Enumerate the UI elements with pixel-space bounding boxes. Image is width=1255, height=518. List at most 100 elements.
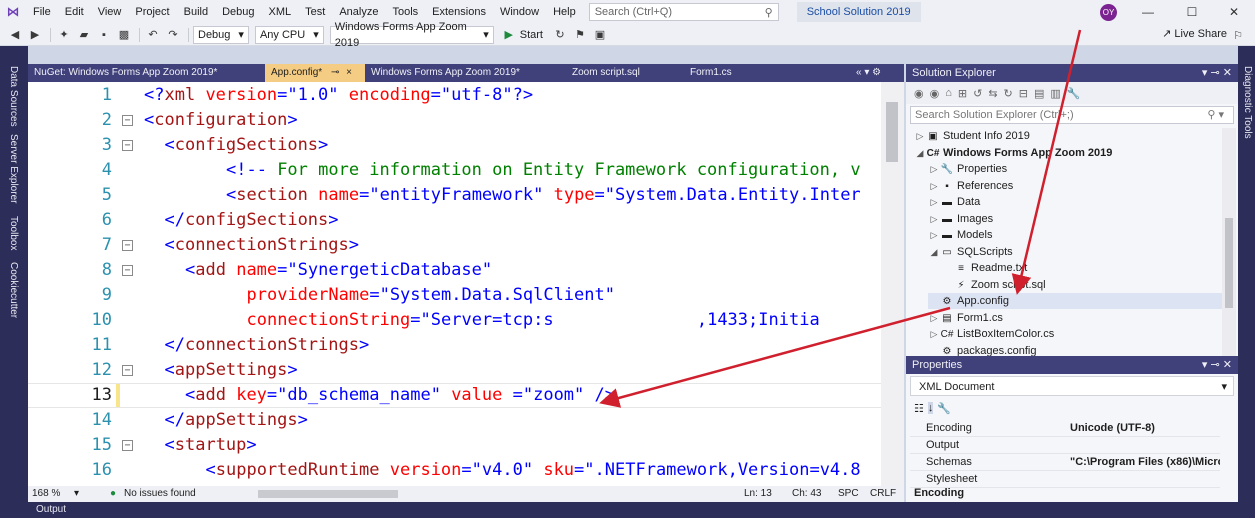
code-line[interactable]: 12− <appSettings> <box>28 359 904 382</box>
code-line[interactable]: 16 <supportedRuntime version="v4.0" sku="… <box>28 459 904 482</box>
tree-item[interactable]: ⚙ App.config <box>928 293 1222 309</box>
menu-item[interactable]: Test <box>298 0 332 24</box>
chevron-down-icon[interactable]: ▾ <box>74 488 79 499</box>
fold-toggle-icon[interactable]: − <box>122 265 133 276</box>
editor-vertical-scrollbar[interactable] <box>881 82 904 486</box>
fold-toggle-icon[interactable]: − <box>122 115 133 126</box>
scrollbar-thumb[interactable] <box>886 102 898 162</box>
fold-toggle-icon[interactable]: − <box>122 365 133 376</box>
property-row[interactable]: Output <box>910 437 1220 454</box>
tree-item[interactable]: ◢ C# Windows Forms App Zoom 2019 <box>914 145 1222 161</box>
expander-icon[interactable]: ◢ <box>914 145 926 161</box>
fold-toggle-icon[interactable]: − <box>122 240 133 251</box>
code-line[interactable]: 9 providerName="System.Data.SqlClient" <box>28 284 904 307</box>
minimize-icon[interactable]: — <box>1128 0 1168 24</box>
platform-dropdown[interactable]: Any CPU ▾ <box>254 25 324 44</box>
search-input[interactable]: Search (Ctrl+Q) ⚲ <box>588 3 779 21</box>
configuration-dropdown[interactable]: Debug ▾ <box>193 25 249 44</box>
tree-item[interactable]: ▷ ▬ Images <box>928 211 1222 227</box>
code-line[interactable]: 8− <add name="SynergeticDatabase" <box>28 259 904 282</box>
expander-icon[interactable]: ▷ <box>928 211 940 227</box>
data-sources-tab[interactable]: Data Sources <box>8 66 19 127</box>
refresh-icon[interactable]: ↻ <box>1004 87 1013 100</box>
tree-item[interactable]: ▷ 🔧 Properties <box>928 161 1222 177</box>
code-line[interactable]: 3− <configSections> <box>28 134 904 157</box>
back-icon[interactable]: ◉ <box>914 87 924 100</box>
tree-item[interactable]: ▷ ▤ Form1.cs <box>928 310 1222 326</box>
hot-reload-icon[interactable]: ⚑ <box>571 26 589 44</box>
tree-scrollbar[interactable] <box>1222 128 1236 356</box>
issues-status[interactable]: No issues found <box>124 488 196 499</box>
expander-icon[interactable]: ▷ <box>928 227 940 243</box>
open-icon[interactable]: ▰ <box>75 26 93 44</box>
tree-item[interactable]: ≡ Readme.txt <box>942 260 1222 276</box>
property-value[interactable]: Unicode (UTF-8) <box>1070 420 1220 437</box>
code-line[interactable]: 4 <!-- For more information on Entity Fra… <box>28 159 904 182</box>
start-button[interactable]: Start <box>520 29 543 41</box>
tree-item[interactable]: ◢ ▭ SQLScripts <box>928 244 1222 260</box>
tree-item[interactable]: ⚙ packages.config <box>928 343 1222 357</box>
expander-icon[interactable]: ▷ <box>928 310 940 326</box>
code-line[interactable]: 2− <configuration> <box>28 109 904 132</box>
live-share-button[interactable]: ↗ Live Share <box>1162 27 1227 40</box>
property-row[interactable]: Stylesheet <box>910 471 1220 488</box>
forward-icon[interactable]: ▶ <box>26 26 44 44</box>
menu-item[interactable]: Window <box>493 0 546 24</box>
show-all-icon[interactable]: ▤ <box>1034 87 1044 100</box>
tab-app-config[interactable]: App.config* ⊸ × <box>265 64 365 82</box>
undo-icon[interactable]: ↶ <box>144 26 162 44</box>
tree-item[interactable]: ▷ ▬ Data <box>928 194 1222 210</box>
property-row[interactable]: Encoding Unicode (UTF-8) <box>910 420 1220 437</box>
tab-project-designer[interactable]: Windows Forms App Zoom 2019* <box>365 64 565 82</box>
diagnostic-icon[interactable]: ▣ <box>591 26 609 44</box>
tree-item[interactable]: ▷ ▪ References <box>928 178 1222 194</box>
code-line[interactable]: 14 </appSettings> <box>28 409 904 432</box>
code-line[interactable]: 7− <connectionStrings> <box>28 234 904 257</box>
menu-item[interactable]: View <box>91 0 129 24</box>
menu-item[interactable]: File <box>26 0 58 24</box>
property-row[interactable]: Schemas "C:\Program Files (x86)\Micros <box>910 454 1220 471</box>
close-tab-icon[interactable]: × <box>346 67 352 78</box>
code-line[interactable]: 13 <add key="db_schema_name" value ="zoom… <box>28 383 904 408</box>
alphabetical-icon[interactable]: ↓ <box>927 402 934 414</box>
forward-icon[interactable]: ◉ <box>930 87 940 100</box>
server-explorer-tab[interactable]: Server Explorer <box>8 134 19 203</box>
code-line[interactable]: 15− <startup> <box>28 434 904 457</box>
solution-search-input[interactable]: Search Solution Explorer (Ctrl+;) ⚲ ▾ <box>910 106 1234 124</box>
cookiecutter-tab[interactable]: Cookiecutter <box>8 262 19 318</box>
expander-icon[interactable]: ▷ <box>928 178 940 194</box>
pin-icon[interactable]: ⊸ <box>331 67 339 78</box>
tree-item[interactable]: ▷ ▬ Models <box>928 227 1222 243</box>
collapse-icon[interactable]: ⊟ <box>1019 87 1028 100</box>
toolbox-tab[interactable]: Toolbox <box>8 216 19 250</box>
new-item-icon[interactable]: ✦ <box>55 26 73 44</box>
object-selector[interactable]: XML Document ▾ <box>910 376 1234 396</box>
code-line[interactable]: 11 </connectionStrings> <box>28 334 904 357</box>
properties-icon[interactable]: 🔧 <box>1067 87 1081 100</box>
back-icon[interactable]: ◀ <box>6 26 24 44</box>
avatar[interactable]: OY <box>1100 4 1117 21</box>
feedback-icon[interactable]: ⚐ <box>1229 26 1247 44</box>
home-icon[interactable]: ⌂ <box>945 87 952 99</box>
menu-item[interactable]: Edit <box>58 0 91 24</box>
fold-toggle-icon[interactable]: − <box>122 140 133 151</box>
expander-icon[interactable]: ▷ <box>928 161 940 177</box>
redo-icon[interactable]: ↷ <box>164 26 182 44</box>
horizontal-scrollbar[interactable] <box>258 490 398 498</box>
preview-icon[interactable]: ▥ <box>1050 87 1060 100</box>
code-editor[interactable]: 1 <?xml version="1.0" encoding="utf-8"?> 2… <box>28 82 904 486</box>
save-all-icon[interactable]: ▩ <box>115 26 133 44</box>
save-icon[interactable]: ▪ <box>95 26 113 44</box>
property-pages-icon[interactable]: 🔧 <box>937 402 951 415</box>
menu-item[interactable]: Build <box>177 0 215 24</box>
tab-nuget[interactable]: NuGet: Windows Forms App Zoom 2019* <box>28 64 263 82</box>
property-value[interactable]: "C:\Program Files (x86)\Micros <box>1070 454 1220 471</box>
visual-studio-logo-icon[interactable]: ⋈ <box>0 0 26 24</box>
history-icon[interactable]: ↺ <box>973 87 982 100</box>
maximize-icon[interactable]: ☐ <box>1172 0 1212 24</box>
menu-item[interactable]: XML <box>262 0 299 24</box>
panel-options-icon[interactable]: ▾ ⊸ ✕ <box>1202 356 1232 374</box>
tab-overflow-icon[interactable]: « ▾ ⚙ <box>850 64 904 82</box>
categorized-icon[interactable]: ☷ <box>914 402 924 415</box>
diagnostic-tools-tab[interactable]: Diagnostic Tools <box>1242 66 1253 139</box>
